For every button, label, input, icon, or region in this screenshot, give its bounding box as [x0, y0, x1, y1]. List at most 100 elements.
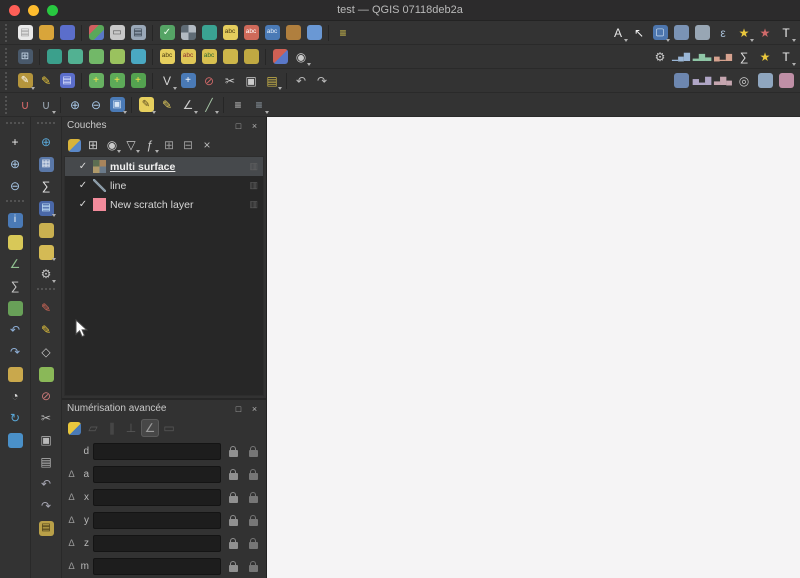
data-source-manager-icon[interactable]: ⊞: [15, 47, 35, 67]
delete-feature-icon[interactable]: ⊘: [36, 386, 56, 406]
cad-d-continuous-lock-icon[interactable]: [245, 444, 261, 460]
undo-icon[interactable]: ↶: [291, 71, 311, 91]
zoom-last-icon[interactable]: ↶: [5, 320, 25, 340]
add-point-feature-icon[interactable]: +: [86, 71, 106, 91]
star-favorites-icon[interactable]: ★: [755, 47, 775, 67]
select-by-value-icon[interactable]: [671, 23, 691, 43]
select-tool-icon[interactable]: ↖: [629, 23, 649, 43]
redo-side-icon[interactable]: ↷: [36, 496, 56, 516]
open-project-icon[interactable]: [36, 23, 56, 43]
toolbar-handle[interactable]: [5, 23, 11, 42]
statistical-summary-icon[interactable]: ∑: [5, 276, 25, 296]
measure-distance-icon[interactable]: ∠: [5, 254, 25, 274]
zoom-button[interactable]: [47, 5, 58, 16]
cad-m-continuous-lock-icon[interactable]: [245, 559, 261, 575]
cad-a-lock-icon[interactable]: [225, 467, 241, 483]
cad-x-input[interactable]: [93, 489, 221, 506]
zoom-to-layer-icon[interactable]: [5, 298, 25, 318]
zoom-next-icon[interactable]: ↷: [5, 342, 25, 362]
cad-close-panel-icon[interactable]: ×: [248, 402, 261, 415]
undo-side-icon[interactable]: ↶: [36, 474, 56, 494]
form-annotation-icon[interactable]: [5, 364, 25, 384]
zoom-actual-size-icon[interactable]: ◎: [734, 71, 754, 91]
add-postgis-icon[interactable]: abc: [262, 23, 282, 43]
layer-item-new-scratch-layer[interactable]: ✓ New scratch layer ▥: [65, 195, 263, 214]
new-map-annotation-icon[interactable]: ✎: [136, 95, 156, 115]
multi-edit-icon[interactable]: [36, 364, 56, 384]
collapse-all-icon[interactable]: ⊟: [179, 136, 197, 154]
add-delimited-text-icon[interactable]: abc: [220, 23, 240, 43]
refresh-map-icon[interactable]: ↻: [5, 408, 25, 428]
attributes-table-icon[interactable]: ▦: [36, 154, 56, 174]
measure-angle-icon[interactable]: ∠: [178, 95, 198, 115]
temporal-controller-icon[interactable]: ◔: [5, 386, 25, 406]
layer-visibility-checkbox[interactable]: ✓: [77, 199, 89, 210]
toolbar-handle[interactable]: [5, 71, 11, 90]
new-virtual-layer-icon[interactable]: [107, 47, 127, 67]
cad-m-input[interactable]: [93, 558, 221, 575]
add-raster-layer-icon[interactable]: [178, 23, 198, 43]
raster-histogram-icon[interactable]: ▅▂▇: [692, 71, 712, 91]
map-canvas[interactable]: [267, 117, 800, 578]
show-bookmarks-icon[interactable]: ★: [755, 23, 775, 43]
text-annotation-icon[interactable]: T: [776, 23, 796, 43]
local-histogram-icon[interactable]: ▃▇▄: [713, 71, 733, 91]
clipboard-icon[interactable]: ▤: [36, 518, 56, 538]
cad-y-lock-icon[interactable]: [225, 513, 241, 529]
add-polygon-feature-icon[interactable]: +: [128, 71, 148, 91]
zoom-out-map-icon[interactable]: ⊖: [5, 176, 25, 196]
map-tips-toggle-icon[interactable]: ≡: [228, 95, 248, 115]
plot-scatter-icon[interactable]: ▄▁▆: [713, 47, 733, 67]
add-vector-layer-icon[interactable]: ✓: [157, 23, 177, 43]
expand-all-icon[interactable]: ⊞: [160, 136, 178, 154]
cad-x-relative-toggle[interactable]: ∆: [67, 492, 76, 503]
callout-icon[interactable]: [36, 242, 56, 262]
highlight-pinned-labels-icon[interactable]: [220, 47, 240, 67]
cad-x-continuous-lock-icon[interactable]: [245, 490, 261, 506]
add-wms-icon[interactable]: [283, 23, 303, 43]
highlight-pen-icon[interactable]: ✎: [157, 95, 177, 115]
plot-bars-icon[interactable]: ▂▆▃: [692, 47, 712, 67]
select-features-icon[interactable]: ▢: [650, 23, 670, 43]
toggle-editing-icon[interactable]: ✎: [36, 71, 56, 91]
toolbar-handle[interactable]: [5, 95, 11, 114]
cut-side-icon[interactable]: ✂: [36, 408, 56, 428]
map-theme-icon[interactable]: ◉: [291, 47, 311, 67]
remove-layer-icon[interactable]: ×: [198, 136, 216, 154]
cad-m-lock-icon[interactable]: [225, 559, 241, 575]
toolbar-handle[interactable]: [5, 47, 11, 66]
new-geopackage-layer-icon[interactable]: [44, 47, 64, 67]
toolbar-handle[interactable]: [37, 122, 55, 128]
zoom-out-tool-icon[interactable]: ⊖: [86, 95, 106, 115]
open-data-table-icon[interactable]: ▤: [36, 198, 56, 218]
cad-y-continuous-lock-icon[interactable]: [245, 513, 261, 529]
open-layer-styling-icon[interactable]: [65, 136, 83, 154]
toggle-editing-side-icon[interactable]: ✎: [36, 298, 56, 318]
filter-legend-icon[interactable]: ▽: [122, 136, 140, 154]
zoom-in-map-icon[interactable]: ⊕: [5, 154, 25, 174]
layout-manager-icon[interactable]: ▤: [128, 23, 148, 43]
layer-item-line[interactable]: ✓ line ▥: [65, 176, 263, 195]
cad-d-lock-icon[interactable]: [225, 444, 241, 460]
annotation-style-icon[interactable]: A: [608, 23, 628, 43]
cad-z-relative-toggle[interactable]: ∆: [67, 538, 76, 549]
toolbar-handle[interactable]: [6, 122, 24, 128]
redo-icon[interactable]: ↷: [312, 71, 332, 91]
cad-a-continuous-lock-icon[interactable]: [245, 467, 261, 483]
new-project-icon[interactable]: ▤: [15, 23, 35, 43]
close-button[interactable]: [9, 5, 20, 16]
zoom-to-native-icon[interactable]: ⊕: [36, 132, 56, 152]
add-mesh-layer-icon[interactable]: [199, 23, 219, 43]
save-layer-edits-icon[interactable]: ▤: [57, 71, 77, 91]
add-group-icon[interactable]: ⊞: [84, 136, 102, 154]
add-wfs-icon[interactable]: [304, 23, 324, 43]
measure-line-icon[interactable]: ╱: [199, 95, 219, 115]
cad-z-input[interactable]: [93, 535, 221, 552]
python-console-icon[interactable]: ≡: [333, 23, 353, 43]
toolbar-handle[interactable]: [37, 288, 55, 294]
select-rect-icon[interactable]: [5, 232, 25, 252]
layer-visibility-checkbox[interactable]: ✓: [77, 180, 89, 191]
new-spatial-bookmark-icon[interactable]: ★: [734, 23, 754, 43]
new-scratch-layer-icon[interactable]: [128, 47, 148, 67]
pan-map-icon[interactable]: +: [5, 132, 25, 152]
